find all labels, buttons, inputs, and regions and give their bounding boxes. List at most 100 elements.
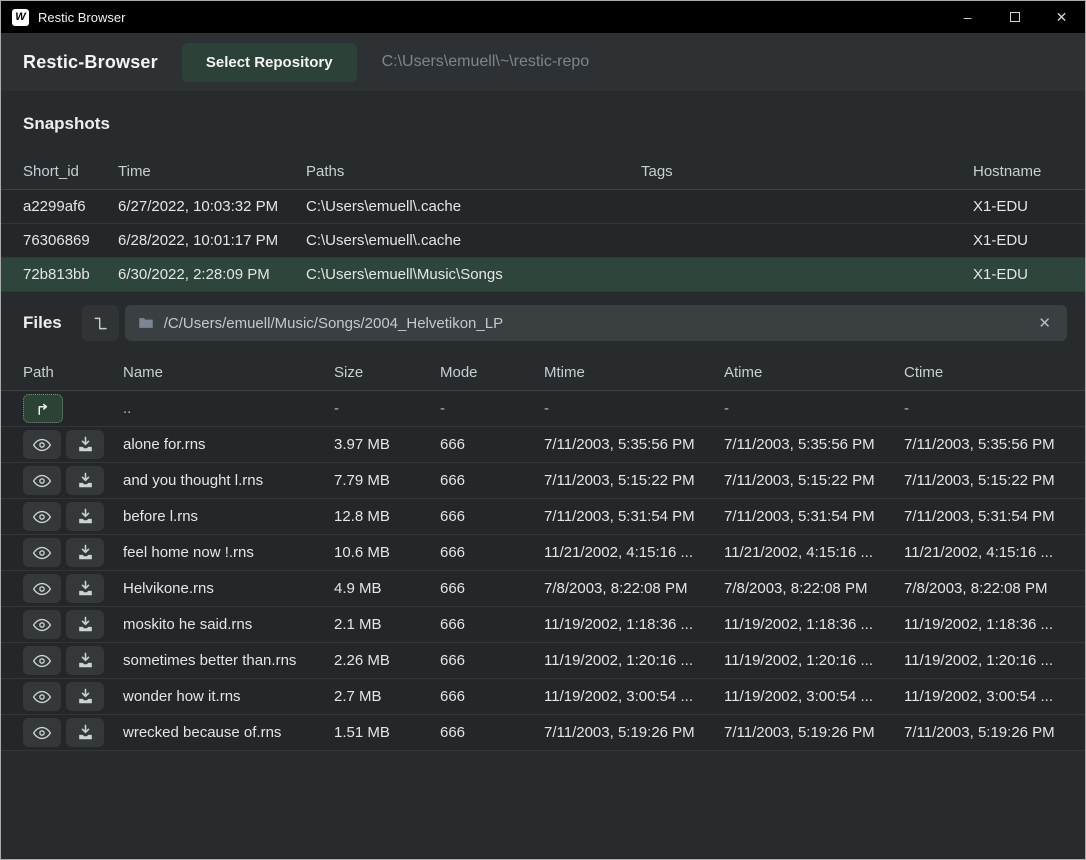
preview-file-button[interactable] — [23, 574, 61, 603]
file-row[interactable]: before l.rns 12.8 MB 666 7/11/2003, 5:31… — [1, 499, 1085, 535]
eye-icon — [32, 579, 52, 599]
app-title: Restic-Browser — [23, 52, 158, 73]
parent-name: .. — [123, 400, 334, 417]
close-button[interactable]: ✕ — [1038, 1, 1085, 33]
preview-file-button[interactable] — [23, 610, 61, 639]
file-row[interactable]: moskito he said.rns 2.1 MB 666 11/19/200… — [1, 607, 1085, 643]
file-atime: 7/11/2003, 5:19:26 PM — [724, 724, 904, 741]
snapshot-row[interactable]: a2299af6 6/27/2022, 10:03:32 PM C:\Users… — [1, 190, 1085, 224]
preview-file-button[interactable] — [23, 430, 61, 459]
download-file-button[interactable] — [66, 430, 104, 459]
file-row[interactable]: wrecked because of.rns 1.51 MB 666 7/11/… — [1, 715, 1085, 751]
file-mtime: 7/11/2003, 5:35:56 PM — [544, 436, 724, 453]
snapshot-paths: C:\Users\emuell\Music\Songs — [306, 266, 641, 283]
file-mode: 666 — [440, 688, 544, 705]
download-file-button[interactable] — [66, 682, 104, 711]
files-path-input[interactable]: /C/Users/emuell/Music/Songs/2004_Helveti… — [125, 305, 1067, 341]
preview-file-button[interactable] — [23, 538, 61, 567]
parent-ctime: - — [904, 400, 1067, 417]
file-size: 2.26 MB — [334, 652, 440, 669]
snapshot-row[interactable]: 76306869 6/28/2022, 10:01:17 PM C:\Users… — [1, 224, 1085, 258]
column-header-ctime: Ctime — [904, 364, 1067, 381]
download-icon — [76, 651, 95, 670]
file-row[interactable]: alone for.rns 3.97 MB 666 7/11/2003, 5:3… — [1, 427, 1085, 463]
eye-icon — [32, 471, 52, 491]
preview-file-button[interactable] — [23, 646, 61, 675]
file-mtime: 11/21/2002, 4:15:16 ... — [544, 544, 724, 561]
snapshot-hostname: X1-EDU — [973, 266, 1067, 283]
file-mode: 666 — [440, 616, 544, 633]
go-up-button[interactable] — [23, 394, 63, 423]
file-size: 3.97 MB — [334, 436, 440, 453]
file-size: 10.6 MB — [334, 544, 440, 561]
column-header-mode: Mode — [440, 364, 544, 381]
file-name: before l.rns — [123, 508, 334, 525]
download-icon — [76, 471, 95, 490]
column-header-path: Path — [23, 364, 123, 381]
file-size: 12.8 MB — [334, 508, 440, 525]
file-mtime: 11/19/2002, 1:18:36 ... — [544, 616, 724, 633]
download-file-button[interactable] — [66, 610, 104, 639]
preview-file-button[interactable] — [23, 466, 61, 495]
parent-atime: - — [724, 400, 904, 417]
download-icon — [76, 615, 95, 634]
download-icon — [76, 687, 95, 706]
column-header-hostname: Hostname — [973, 163, 1067, 180]
file-atime: 11/21/2002, 4:15:16 ... — [724, 544, 904, 561]
file-mode: 666 — [440, 580, 544, 597]
files-table-header: Path Name Size Mode Mtime Atime Ctime — [1, 354, 1085, 391]
parent-size: - — [334, 400, 440, 417]
dump-icon — [91, 314, 110, 333]
file-name: wonder how it.rns — [123, 688, 334, 705]
download-file-button[interactable] — [66, 718, 104, 747]
file-row[interactable]: and you thought l.rns 7.79 MB 666 7/11/2… — [1, 463, 1085, 499]
download-icon — [76, 507, 95, 526]
select-repository-button[interactable]: Select Repository — [182, 43, 357, 82]
minimize-button[interactable]: – — [944, 1, 991, 33]
parent-directory-row[interactable]: .. - - - - - — [1, 391, 1085, 427]
download-icon — [76, 579, 95, 598]
download-file-button[interactable] — [66, 646, 104, 675]
download-file-button[interactable] — [66, 574, 104, 603]
file-mode: 666 — [440, 436, 544, 453]
wails-logo-icon: W — [12, 9, 29, 26]
dump-snapshot-button[interactable] — [82, 305, 119, 341]
download-icon — [76, 435, 95, 454]
titlebar: W Restic Browser – ✕ — [1, 1, 1085, 33]
file-row[interactable]: Helvikone.rns 4.9 MB 666 7/8/2003, 8:22:… — [1, 571, 1085, 607]
file-ctime: 11/19/2002, 1:18:36 ... — [904, 616, 1067, 633]
column-header-time: Time — [118, 163, 306, 180]
preview-file-button[interactable] — [23, 682, 61, 711]
preview-file-button[interactable] — [23, 718, 61, 747]
file-name: feel home now !.rns — [123, 544, 334, 561]
file-ctime: 7/11/2003, 5:19:26 PM — [904, 724, 1067, 741]
snapshot-paths: C:\Users\emuell\.cache — [306, 232, 641, 249]
download-file-button[interactable] — [66, 538, 104, 567]
file-atime: 7/11/2003, 5:35:56 PM — [724, 436, 904, 453]
file-ctime: 7/11/2003, 5:35:56 PM — [904, 436, 1067, 453]
file-mode: 666 — [440, 508, 544, 525]
file-atime: 7/11/2003, 5:31:54 PM — [724, 508, 904, 525]
download-file-button[interactable] — [66, 502, 104, 531]
snapshot-short-id: 76306869 — [23, 232, 118, 249]
eye-icon — [32, 507, 52, 527]
download-file-button[interactable] — [66, 466, 104, 495]
file-size: 2.7 MB — [334, 688, 440, 705]
file-row[interactable]: feel home now !.rns 10.6 MB 666 11/21/20… — [1, 535, 1085, 571]
file-ctime: 7/11/2003, 5:15:22 PM — [904, 472, 1067, 489]
file-name: sometimes better than.rns — [123, 652, 334, 669]
snapshot-time: 6/30/2022, 2:28:09 PM — [118, 266, 306, 283]
preview-file-button[interactable] — [23, 502, 61, 531]
file-row[interactable]: sometimes better than.rns 2.26 MB 666 11… — [1, 643, 1085, 679]
window-title: Restic Browser — [38, 10, 125, 25]
snapshot-row[interactable]: 72b813bb 6/30/2022, 2:28:09 PM C:\Users\… — [1, 258, 1085, 292]
eye-icon — [32, 435, 52, 455]
file-atime: 7/11/2003, 5:15:22 PM — [724, 472, 904, 489]
file-atime: 7/8/2003, 8:22:08 PM — [724, 580, 904, 597]
column-header-atime: Atime — [724, 364, 904, 381]
clear-path-button[interactable]: ✕ — [1034, 312, 1055, 334]
file-atime: 11/19/2002, 1:18:36 ... — [724, 616, 904, 633]
maximize-button[interactable] — [991, 1, 1038, 33]
file-row[interactable]: wonder how it.rns 2.7 MB 666 11/19/2002,… — [1, 679, 1085, 715]
eye-icon — [32, 543, 52, 563]
